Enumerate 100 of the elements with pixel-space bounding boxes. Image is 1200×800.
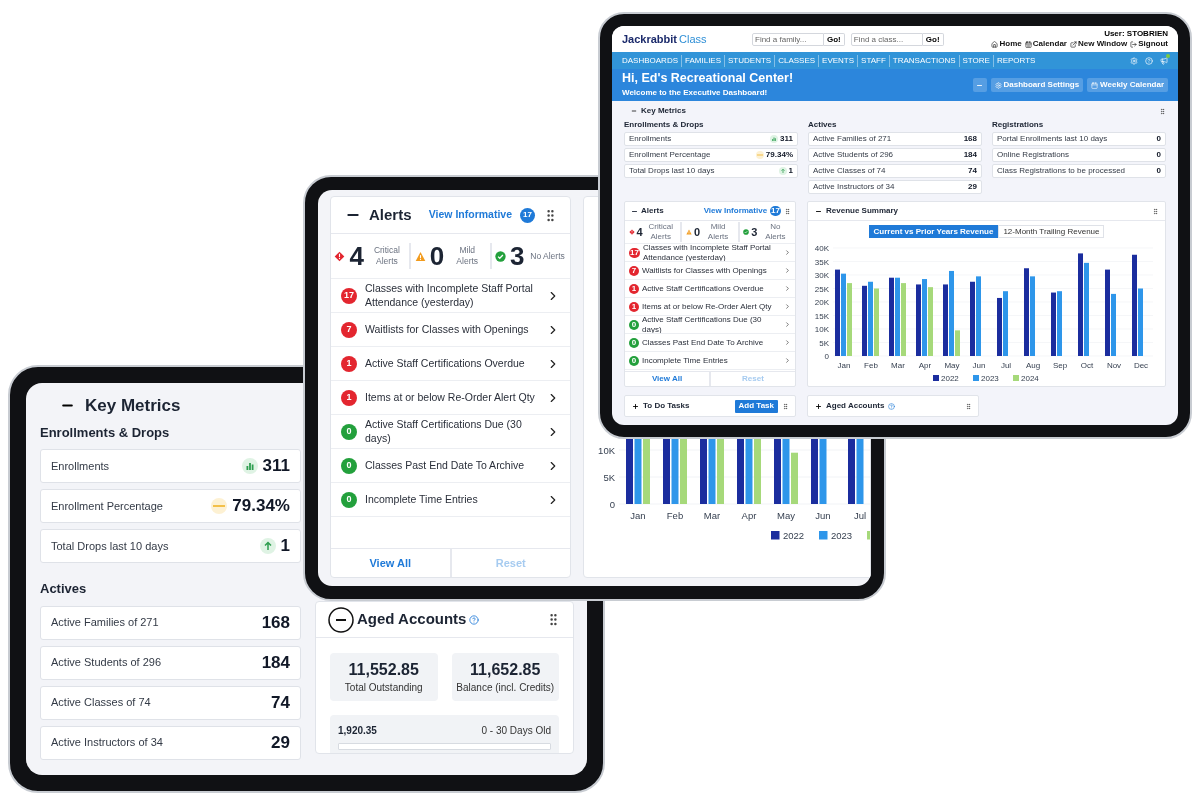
axis-label: Nov — [1106, 361, 1122, 370]
chevron-right-icon — [784, 321, 791, 328]
metric-label: Online Registrations — [997, 149, 1070, 161]
panel-title: Aged Accounts — [826, 400, 885, 412]
logo-text: Jackrabbit — [622, 31, 678, 47]
metric-label: Active Instructors of 34 — [51, 735, 163, 751]
go-button[interactable]: Go! — [922, 32, 944, 46]
chevron-right-icon — [784, 357, 791, 364]
section-title: Key Metrics — [85, 395, 181, 417]
alert-row[interactable]: 1 Active Staff Certifications Overdue — [331, 346, 570, 380]
expand-icon[interactable] — [815, 402, 822, 410]
axis-label: Jul — [1000, 361, 1012, 370]
drag-handle-icon[interactable] — [1152, 207, 1159, 215]
bucket-label: 0 - 30 Days Old — [481, 724, 551, 738]
header-link[interactable]: Home — [991, 39, 1022, 49]
legend-label: 2022 — [941, 374, 959, 383]
metric-value: 74 — [968, 165, 977, 177]
alert-count: 4 — [349, 243, 364, 269]
footer-button[interactable]: View All — [625, 372, 709, 386]
count-badge: 0 — [341, 491, 357, 508]
drag-handle-icon[interactable] — [782, 402, 789, 410]
alert-label: Incomplete Time Entries — [365, 492, 479, 507]
axis-label: Dec — [1133, 361, 1149, 370]
axis-label: Jan — [837, 361, 851, 370]
total-label: Balance (incl. Credits) — [456, 680, 555, 695]
count-badge: 17 — [520, 207, 535, 223]
axis-label: 35K — [814, 257, 829, 267]
chevron-right-icon — [784, 339, 791, 346]
header-link[interactable]: Calendar — [1024, 39, 1067, 49]
count-badge: 1 — [629, 283, 639, 294]
check-circle-icon — [495, 250, 507, 262]
axis-label: Sep — [1052, 361, 1068, 370]
alert-row[interactable]: 0 Active Staff Certifications Due (30 days) — [625, 315, 795, 333]
axis-label: Jun — [972, 361, 986, 370]
view-informative-link[interactable]: View Informative — [703, 205, 768, 217]
metric-value: 0 — [1156, 149, 1161, 161]
count-badge: 17 — [629, 247, 640, 258]
alert-row[interactable]: 1 Items at or below Re-Order Alert Qty — [625, 297, 795, 315]
search-field[interactable]: Find a class... — [850, 32, 923, 46]
drag-handle-icon[interactable] — [1159, 107, 1166, 115]
alert-row[interactable]: 1 Active Staff Certifications Overdue — [625, 279, 795, 297]
axis-label: May — [777, 510, 795, 521]
toggle-tab[interactable]: 12-Month Trailing Revenue — [998, 225, 1105, 238]
alert-label: Classes with Incomplete Staff Portal Attendance (yesterday) — [642, 242, 772, 263]
metric-value: 29 — [271, 731, 290, 754]
alert-count: 3 — [510, 243, 525, 269]
alert-row[interactable]: 17 Classes with Incomplete Staff Portal Attendance (yesterday) — [625, 243, 795, 261]
section-title: Key Metrics — [641, 105, 686, 117]
bar-chart-icon — [241, 458, 258, 474]
metric-label: Enrollments — [51, 458, 110, 474]
count-badge: 17 — [341, 287, 357, 304]
group-title: Actives — [808, 119, 838, 131]
drag-handle-icon[interactable] — [784, 207, 791, 215]
check-circle-icon — [743, 229, 750, 235]
axis-label: Apr — [918, 361, 932, 370]
search-field[interactable]: Find a family... — [752, 32, 824, 46]
header-link[interactable]: Signout — [1130, 39, 1168, 49]
alert-row[interactable]: 0 Classes Past End Date To Archive — [625, 333, 795, 351]
alert-row[interactable]: 1 Items at or below Re-Order Alert Qty — [331, 380, 570, 414]
alert-row[interactable]: 0 Incomplete Time Entries — [625, 351, 795, 369]
toggle-tab[interactable]: Current vs Prior Years Revenue — [868, 225, 999, 238]
count-badge: 0 — [629, 355, 639, 366]
axis-label: Mar — [703, 510, 721, 521]
alert-row[interactable]: 0 Incomplete Time Entries — [331, 482, 570, 516]
alert-row[interactable]: 17 Classes with Incomplete Staff Portal Attendance (yesterday) — [331, 278, 570, 312]
legend-label: 2024 — [1021, 374, 1039, 383]
calendar-icon — [1091, 81, 1099, 89]
alert-row[interactable]: 7 Waitlists for Classes with Openings — [331, 312, 570, 346]
metric-label: Enrollments — [629, 133, 672, 145]
panel-title: Alerts — [641, 205, 664, 217]
expand-icon[interactable] — [632, 402, 639, 410]
axis-label: Oct — [1080, 361, 1094, 370]
alert-label: Active Staff Certifications Due (30 days) — [365, 418, 523, 445]
alert-row[interactable]: 0 Classes Past End Date To Archive — [331, 448, 570, 482]
footer-button[interactable]: View All — [331, 549, 450, 577]
add-task-button[interactable]: Add Task — [734, 399, 778, 413]
axis-label: 40K — [814, 244, 829, 253]
alert-label: Active Staff Certifications Due (30 days) — [642, 314, 763, 335]
header-link[interactable]: New Window — [1069, 39, 1128, 49]
go-button[interactable]: Go! — [824, 32, 845, 46]
drag-handle-icon[interactable] — [965, 402, 972, 410]
metric-value: 0 — [1156, 133, 1161, 145]
collapse-button[interactable] — [972, 78, 987, 92]
total-label: Total Outstanding — [344, 680, 423, 695]
collapse-icon[interactable] — [328, 606, 354, 633]
dash-icon — [211, 498, 228, 514]
metric-label: Active Students of 296 — [51, 655, 162, 671]
alert-label: Waitlists for Classes with Openings — [365, 322, 530, 337]
alert-row[interactable]: 7 Waitlists for Classes with Openings — [625, 261, 795, 279]
alert-row[interactable]: 0 Active Staff Certifications Due (30 days) — [331, 414, 570, 448]
chevron-right-icon — [784, 285, 791, 292]
axis-label: 0 — [824, 352, 829, 361]
alert-level-label: No Alerts — [764, 222, 787, 242]
alert-label: Classes Past End Date To Archive — [642, 337, 765, 348]
view-informative-link[interactable]: View Informative — [428, 207, 512, 223]
metric-value: 184 — [261, 651, 290, 674]
logout-icon — [1130, 40, 1138, 48]
legend-label: 2022 — [783, 530, 805, 541]
count-badge: 0 — [341, 457, 357, 474]
axis-label: Feb — [666, 510, 684, 521]
